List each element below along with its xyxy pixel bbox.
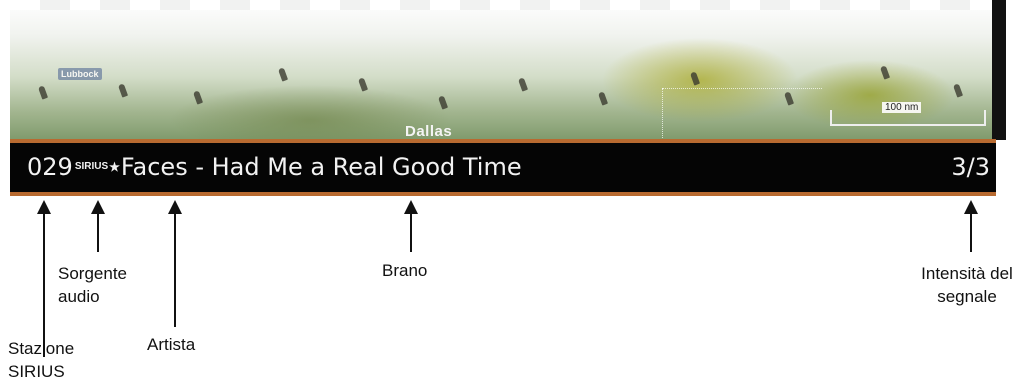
- map-frame: [992, 0, 1006, 140]
- now-playing-text: 029 SIRIUS ★ Faces - Had Me a Real Good T…: [27, 153, 522, 181]
- separator: -: [187, 153, 212, 181]
- artist-callout-arrow: [168, 200, 182, 327]
- station-callout-arrow: [37, 200, 51, 357]
- audio-source-label: Sorgente audio: [58, 264, 127, 306]
- song-label: Brano: [382, 261, 428, 280]
- map-boundary-line: [662, 88, 664, 138]
- map-boundary-line: [662, 88, 822, 90]
- signal-callout-arrow: [964, 200, 978, 252]
- audio-source-callout-arrow: [91, 200, 105, 252]
- map-scale-label: 100 nm: [882, 102, 922, 113]
- sirius-logo-icon: SIRIUS ★: [74, 160, 120, 174]
- map-scale-bar: 100 nm: [830, 102, 986, 126]
- song-callout-arrow: [404, 200, 418, 252]
- city-label-dallas: Dallas: [405, 123, 453, 140]
- weather-map: Lubbock Dallas 100 nm: [10, 0, 1006, 140]
- artist-name: Faces: [120, 153, 188, 181]
- map-top-edge: [10, 0, 1006, 10]
- artist-label: Artista: [147, 335, 196, 354]
- city-label-lubbock: Lubbock: [58, 68, 102, 80]
- signal-label: Intensità del segnale: [921, 264, 1013, 306]
- station-label: Stazione SIRIUS: [8, 339, 75, 381]
- signal-strength: 3/3: [951, 153, 990, 181]
- station-number: 029: [27, 153, 73, 181]
- song-title: Had Me a Real Good Time: [211, 153, 522, 181]
- sirius-info-bar: 029 SIRIUS ★ Faces - Had Me a Real Good T…: [10, 139, 996, 196]
